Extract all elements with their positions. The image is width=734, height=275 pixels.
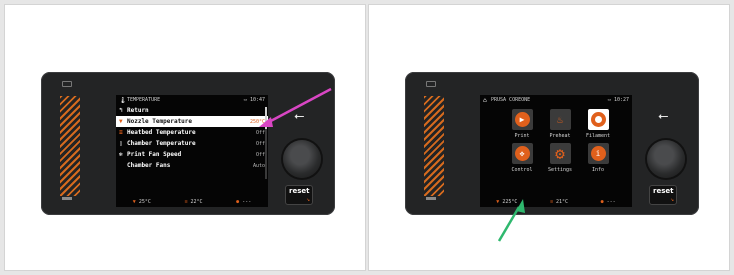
arrow-head xyxy=(516,199,525,213)
arrow-head xyxy=(259,117,273,127)
arrow-shaft xyxy=(266,87,332,125)
green-pointer-arrow xyxy=(497,199,525,242)
right-illustration: ⌂ PRUSA COREONE ▭ 10:27 ▶ Print ♨ Prehea… xyxy=(368,4,730,271)
arrow-shaft xyxy=(497,206,521,242)
left-illustration: 🌡 TEMPERATURE ▭ 10:47 ↰ Return ▼ Nozzle … xyxy=(4,4,366,271)
pink-pointer-arrow xyxy=(259,87,332,127)
